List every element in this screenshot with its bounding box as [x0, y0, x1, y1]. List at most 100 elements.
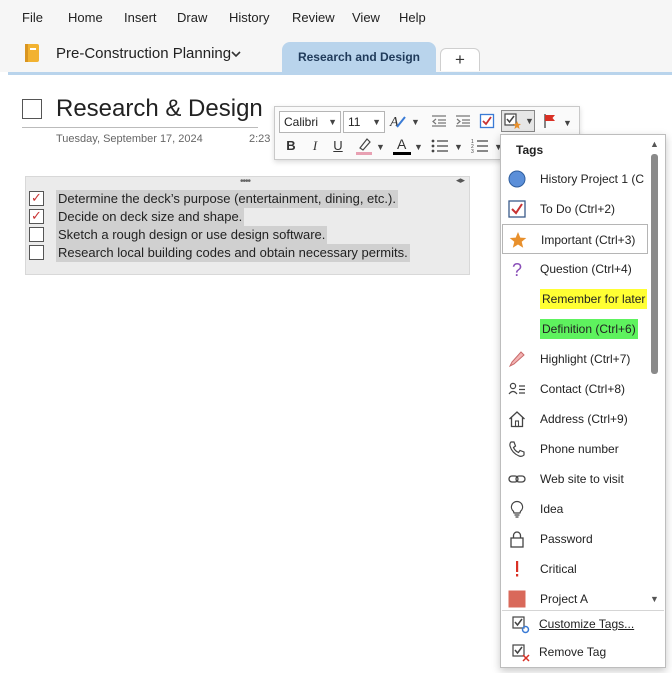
menu-history[interactable]: History: [229, 10, 269, 25]
menu-review[interactable]: Review: [292, 10, 335, 25]
chevron-down-icon: ▼: [525, 116, 534, 126]
font-color-swatch: [393, 152, 411, 155]
tag-label: Highlight (Ctrl+7): [540, 352, 631, 366]
numbering-icon[interactable]: 123: [471, 138, 489, 154]
clear-formatting-icon[interactable]: A: [389, 112, 407, 130]
tag-item-highlight[interactable]: Highlight (Ctrl+7): [502, 344, 648, 374]
customize-tags-button[interactable]: Customize Tags...: [502, 612, 662, 638]
flag-icon[interactable]: [543, 113, 557, 129]
chevron-down-icon[interactable]: ▼: [563, 118, 572, 128]
chevron-down-icon[interactable]: ▼: [454, 142, 463, 152]
chevron-down-icon: ▼: [372, 117, 381, 127]
notebook-name[interactable]: Pre-Construction Planning: [56, 45, 231, 62]
menu-home[interactable]: Home: [68, 10, 103, 25]
tag-label: Remember for later: [540, 289, 648, 309]
tag-item-to-do[interactable]: To Do (Ctrl+2): [502, 194, 648, 224]
todo-checkbox[interactable]: [29, 245, 44, 260]
menu-draw[interactable]: Draw: [177, 10, 207, 25]
menu-view[interactable]: View: [352, 10, 380, 25]
note-drag-handle[interactable]: ••••: [240, 176, 251, 187]
house-icon: [509, 411, 525, 428]
menu-insert[interactable]: Insert: [124, 10, 157, 25]
font-color-letter: A: [397, 136, 407, 152]
scrollbar-thumb[interactable]: [651, 154, 658, 374]
todo-tag-icon[interactable]: [479, 113, 495, 129]
tag-item-password[interactable]: Password: [502, 524, 648, 554]
tags-heading: Tags: [516, 143, 544, 157]
tags-gallery-button[interactable]: ▼: [501, 110, 535, 132]
tag-item-web-site-to-visit[interactable]: Web site to visit: [502, 464, 648, 494]
svg-text:?: ?: [512, 260, 522, 278]
chevron-down-icon: ▼: [328, 117, 337, 127]
svg-text:3: 3: [471, 149, 474, 154]
page-time: 2:23: [249, 133, 271, 145]
menu-bar: File Home Insert Draw History Review Vie…: [0, 0, 672, 34]
menu-help[interactable]: Help: [399, 10, 426, 25]
tag-item-history-project[interactable]: History Project 1 (C: [502, 164, 648, 194]
chevron-down-icon[interactable]: ▼: [414, 142, 423, 152]
tab-research-and-design[interactable]: Research and Design: [282, 42, 436, 72]
todo-checkbox[interactable]: [29, 227, 44, 242]
font-color-button[interactable]: A: [393, 136, 411, 156]
tag-label: To Do (Ctrl+2): [540, 202, 616, 216]
title-underline: [22, 127, 258, 128]
note-resize-handle[interactable]: ◂▸: [456, 175, 465, 186]
tag-label: Definition (Ctrl+6): [540, 319, 638, 339]
scroll-down-arrow-icon[interactable]: ▼: [650, 594, 659, 604]
menu-file[interactable]: File: [22, 10, 43, 25]
add-section-button[interactable]: +: [440, 48, 480, 71]
font-name-combo[interactable]: Calibri ▼: [279, 111, 341, 133]
page-title-checkbox: [22, 99, 42, 119]
tag-item-definition[interactable]: Definition (Ctrl+6): [502, 314, 648, 344]
phone-icon: [509, 441, 525, 457]
tag-label: Web site to visit: [540, 472, 624, 486]
tag-item-remember-for-later[interactable]: Remember for later: [502, 284, 648, 314]
question-icon: ?: [512, 260, 522, 278]
bullets-icon[interactable]: [431, 138, 449, 154]
tag-label: Password: [540, 532, 593, 546]
chevron-down-icon[interactable]: [230, 48, 242, 60]
todo-checkbox[interactable]: ✓: [29, 208, 44, 224]
tag-item-question[interactable]: ? Question (Ctrl+4): [502, 254, 648, 284]
scroll-up-arrow-icon[interactable]: ▲: [650, 139, 659, 149]
chevron-down-icon[interactable]: ▼: [411, 117, 420, 127]
tag-label: Critical: [540, 562, 577, 576]
tag-label: History Project 1 (C: [540, 172, 645, 186]
todo-text[interactable]: Decide on deck size and shape.: [56, 208, 245, 226]
tag-item-important[interactable]: Important (Ctrl+3): [502, 224, 648, 254]
customize-tags-label: Customize Tags...: [539, 617, 635, 631]
page-title[interactable]: Research & Design: [56, 95, 263, 123]
checkbox-icon: [508, 200, 526, 218]
square-icon: [508, 590, 526, 608]
decrease-indent-icon[interactable]: [431, 113, 447, 129]
font-size-combo[interactable]: 11 ▼: [343, 111, 385, 133]
chevron-down-icon[interactable]: ▼: [376, 142, 385, 152]
tag-label: Idea: [540, 502, 564, 516]
font-name-value: Calibri: [284, 115, 319, 129]
tags-divider: [502, 610, 664, 611]
remove-tag-button[interactable]: Remove Tag: [502, 640, 662, 666]
tag-item-contact[interactable]: Contact (Ctrl+8): [502, 374, 648, 404]
notebook-bar: Pre-Construction Planning Research and D…: [0, 34, 672, 72]
tag-item-address[interactable]: Address (Ctrl+9): [502, 404, 648, 434]
star-icon: [509, 232, 527, 248]
svg-text:A: A: [389, 115, 399, 130]
todo-checkbox[interactable]: ✓: [29, 190, 44, 206]
tag-label: Address (Ctrl+9): [540, 412, 628, 426]
tag-item-phone-number[interactable]: Phone number: [502, 434, 648, 464]
tag-label: Important (Ctrl+3): [541, 233, 636, 247]
tag-item-critical[interactable]: Critical: [502, 554, 648, 584]
tag-label: Phone number: [540, 442, 619, 456]
todo-text[interactable]: Determine the deck’s purpose (entertainm…: [56, 190, 398, 208]
notebook-icon: [25, 44, 39, 62]
customize-tags-icon: [512, 616, 530, 634]
highlighter-icon[interactable]: [355, 136, 373, 156]
todo-text[interactable]: Research local building codes and obtain…: [56, 244, 410, 262]
tag-item-idea[interactable]: Idea: [502, 494, 648, 524]
todo-text[interactable]: Sketch a rough design or use design soft…: [56, 226, 328, 244]
highlighter-icon: [508, 351, 525, 368]
underline-button[interactable]: U: [328, 136, 348, 156]
increase-indent-icon[interactable]: [455, 113, 471, 129]
bold-button[interactable]: B: [281, 136, 301, 156]
italic-button[interactable]: I: [305, 136, 325, 156]
